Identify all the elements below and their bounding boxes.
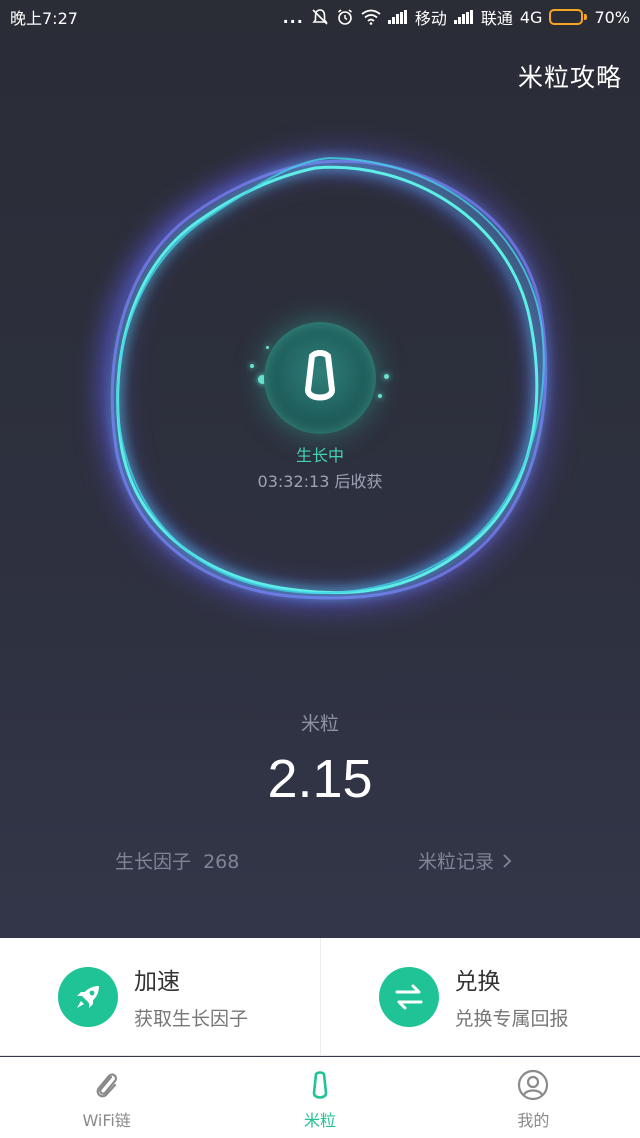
rice-grain-badge[interactable]	[264, 322, 376, 434]
battery-percent: 70%	[594, 7, 630, 27]
rocket-icon	[58, 966, 118, 1027]
growth-factor-label: 生长因子	[115, 851, 192, 873]
alarm-clock-icon	[337, 9, 352, 25]
tab-wifi-chain-label: WiFi链	[82, 1111, 131, 1130]
status-icons: ... 移动 联通 4G 70%	[283, 5, 630, 29]
bottom-tab-bar: WiFi链 米粒 我的	[0, 1057, 640, 1138]
exchange-title: 兑换	[454, 969, 501, 995]
sparkle-dot	[378, 394, 382, 398]
growth-factor-value: 268	[203, 851, 240, 873]
harvest-timer: 03:32:13 后收获	[257, 472, 383, 491]
tab-mine-label: 我的	[517, 1111, 550, 1130]
status-time: 晚上7:27	[10, 9, 78, 28]
mili-screen: 晚上7:27 ... 移动 联通 4G 70% 米粒攻略 生长中 03:32:1…	[0, 0, 640, 1138]
growth-status: 生长中	[295, 446, 344, 465]
mute-bell-icon	[312, 9, 328, 25]
signal-strength-icon	[453, 10, 474, 24]
tab-mine[interactable]: 我的	[427, 1057, 640, 1138]
growth-factor: 生长因子 268	[115, 847, 239, 874]
exchange-button[interactable]: 兑换 兑换专属回报	[319, 938, 640, 1055]
speed-up-subtitle: 获取生长因子	[134, 1008, 249, 1030]
network-type: 4G	[519, 7, 543, 27]
chevron-right-icon	[503, 853, 512, 868]
rice-grain-icon	[312, 1071, 328, 1099]
status-bar: 晚上7:27 ... 移动 联通 4G 70%	[0, 0, 640, 34]
guide-link[interactable]: 米粒攻略	[518, 58, 622, 94]
battery-icon	[549, 9, 588, 25]
speed-up-title: 加速	[134, 969, 180, 995]
user-icon	[518, 1069, 549, 1101]
more-dots-icon: ...	[282, 7, 304, 27]
speed-up-button[interactable]: 加速 获取生长因子	[0, 938, 320, 1055]
sparkle-dot	[384, 374, 389, 379]
tab-rice-grain-label: 米粒	[303, 1111, 336, 1130]
wifi-icon	[361, 9, 381, 25]
carrier-1: 移动	[414, 9, 447, 28]
carrier-2: 联通	[480, 9, 513, 28]
points-record-label: 米粒记录	[418, 851, 495, 873]
exchange-arrows-icon	[378, 966, 439, 1027]
points-record-link[interactable]: 米粒记录	[418, 847, 512, 874]
tab-wifi-chain[interactable]: WiFi链	[0, 1057, 213, 1138]
paperclip-icon	[96, 1073, 117, 1098]
points-value: 2.15	[267, 749, 373, 809]
exchange-subtitle: 兑换专属回报	[454, 1008, 569, 1030]
sparkle-dot	[266, 346, 269, 349]
tab-rice-grain[interactable]: 米粒	[213, 1057, 426, 1138]
points-label: 米粒	[300, 713, 339, 735]
signal-strength-icon	[387, 10, 408, 24]
action-panel: 加速 获取生长因子 兑换 兑换专属回报	[0, 938, 640, 1056]
sparkle-dot	[250, 364, 254, 368]
rice-grain-icon	[305, 350, 335, 401]
